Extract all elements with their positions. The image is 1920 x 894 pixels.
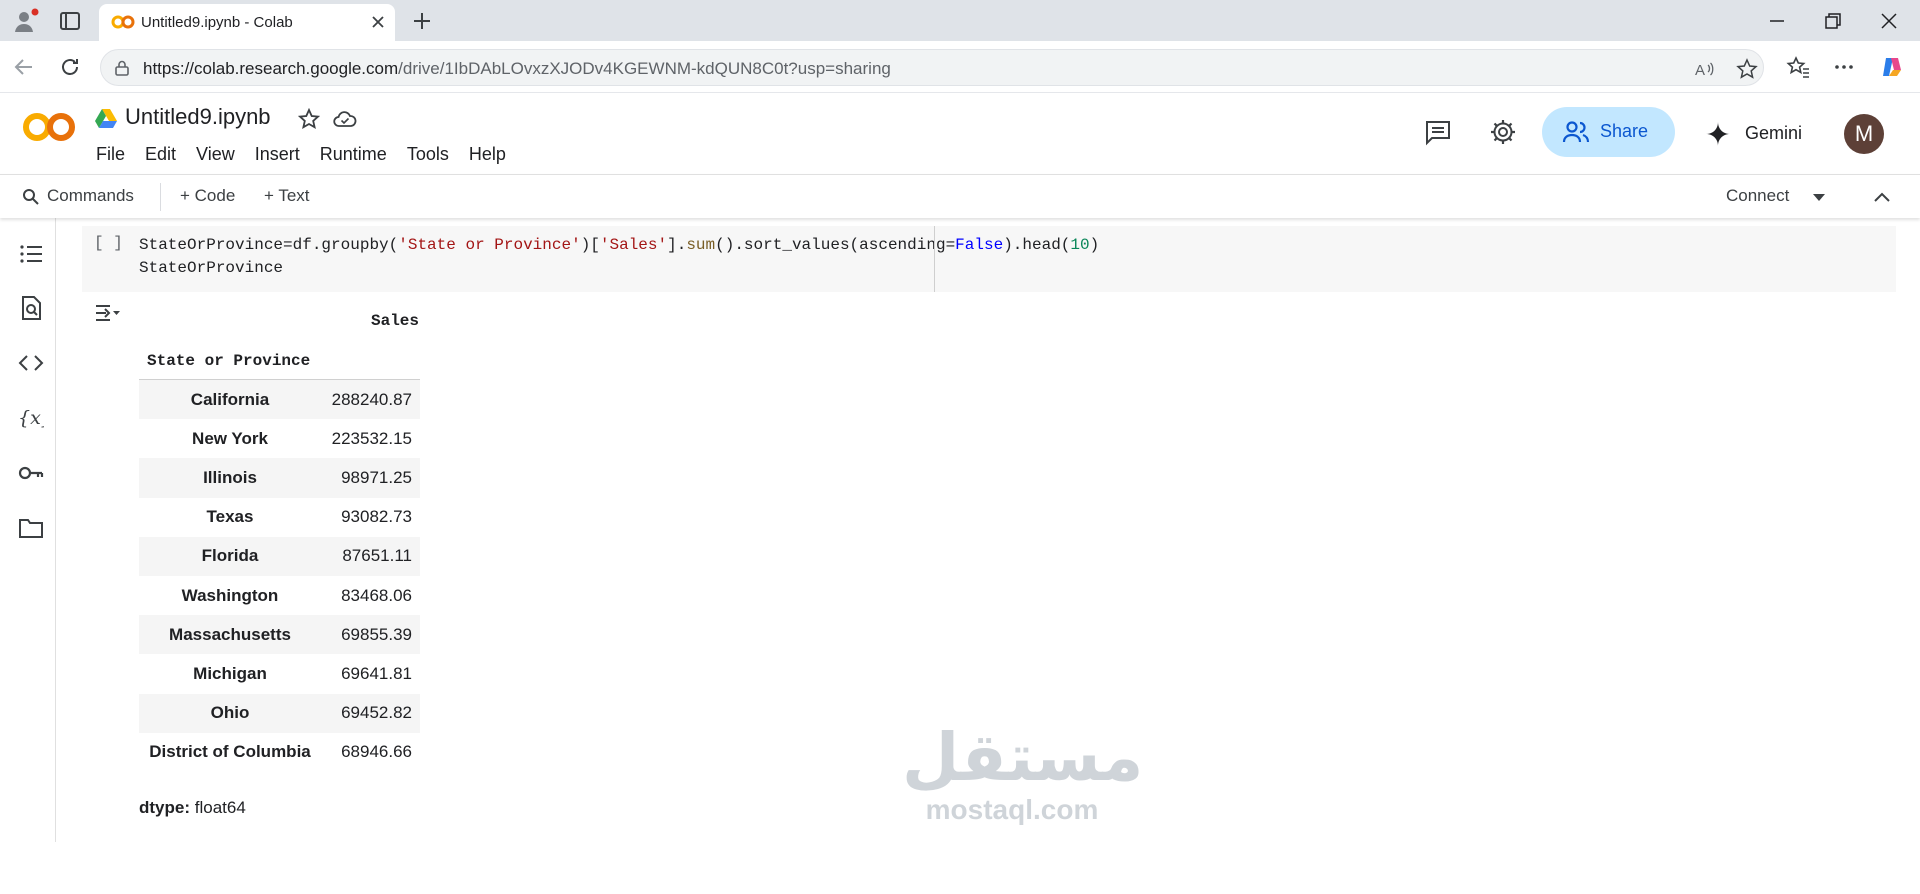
notebook-title[interactable]: Untitled9.ipynb (125, 104, 271, 130)
browser-tab-strip: Untitled9.ipynb - Colab (0, 0, 1920, 41)
browser-navigation-bar: https://colab.research.google.com/drive/… (0, 41, 1920, 93)
collapse-header-icon[interactable] (1872, 188, 1892, 206)
svg-text:{x}: {x} (18, 407, 44, 429)
star-icon[interactable] (298, 108, 320, 130)
active-tab[interactable]: Untitled9.ipynb - Colab (99, 4, 395, 41)
code-snippets-icon[interactable] (18, 350, 44, 376)
table-row: New York 223532.15 (192, 428, 412, 448)
read-aloud-icon[interactable]: A (1693, 58, 1715, 80)
close-tab-icon[interactable] (369, 13, 387, 31)
table-row: Ohio 69452.82 (139, 693, 420, 733)
menu-file[interactable]: File (96, 144, 125, 165)
tab-actions-icon[interactable] (58, 9, 82, 33)
restore-icon[interactable] (1823, 11, 1843, 31)
table-of-contents-icon[interactable] (18, 241, 44, 267)
watermark-arabic: مستقل (902, 720, 1144, 794)
watermark-latin: mostaql.com (925, 794, 1099, 825)
connect-button[interactable]: Connect (1726, 186, 1789, 206)
reload-icon[interactable] (58, 55, 82, 79)
minimize-icon[interactable] (1767, 11, 1787, 31)
favorites-icon[interactable] (1786, 55, 1810, 79)
table-row: District of Columbia 68946.66 (149, 742, 412, 762)
left-sidebar: {x} (0, 218, 56, 842)
menu-insert[interactable]: Insert (255, 144, 300, 165)
url-text[interactable]: https://colab.research.google.com/drive/… (143, 59, 891, 79)
colab-favicon-icon (111, 15, 135, 29)
line-length-ruler (934, 226, 935, 292)
notebook-toolbar: Commands + Code + Text Connect (0, 174, 1920, 218)
menu-help[interactable]: Help (469, 144, 506, 165)
table-row: Washington 83468.06 (181, 585, 412, 605)
favorite-star-icon[interactable] (1736, 58, 1758, 80)
search-icon (23, 189, 39, 205)
avatar[interactable]: M (1844, 114, 1884, 154)
menu-bar: File Edit View Insert Runtime Tools Help (96, 144, 526, 165)
column-header-sales: Sales (370, 312, 419, 330)
table-row: Massachusetts 69855.39 (139, 615, 420, 655)
run-cell-button[interactable]: [ ] (94, 234, 123, 252)
comments-icon[interactable] (1424, 118, 1452, 146)
svg-text:A: A (1695, 62, 1705, 79)
menu-tools[interactable]: Tools (407, 144, 449, 165)
site-info-icon[interactable] (113, 59, 131, 77)
address-bar[interactable]: https://colab.research.google.com/drive/… (100, 49, 1764, 86)
dtype-line: dtype: float64 (139, 798, 246, 817)
more-options-icon[interactable] (1832, 55, 1856, 79)
cloud-saved-icon[interactable] (333, 109, 357, 129)
colab-header: Untitled9.ipynb File Edit View Insert Ru… (0, 94, 1920, 174)
profile-icon[interactable] (12, 7, 40, 35)
secrets-key-icon[interactable] (18, 460, 44, 486)
toolbar-divider (160, 183, 161, 211)
share-label: Share (1600, 121, 1649, 141)
table-row: California 288240.87 (139, 380, 420, 420)
notebook-main: [ ] StateOrProvince=df.groupby('State or… (56, 218, 1920, 842)
variables-icon[interactable]: {x} (18, 405, 44, 431)
code-editor[interactable]: StateOrProvince=df.groupby('State or Pro… (139, 234, 1099, 280)
menu-view[interactable]: View (196, 144, 235, 165)
table-row: Michigan 69641.81 (193, 663, 412, 683)
find-replace-icon[interactable] (18, 295, 44, 321)
code-cell[interactable]: [ ] StateOrProvince=df.groupby('State or… (82, 226, 1896, 292)
menu-runtime[interactable]: Runtime (320, 144, 387, 165)
table-row: Illinois 98971.25 (139, 458, 420, 498)
menu-edit[interactable]: Edit (145, 144, 176, 165)
dataframe-output: California 288240.87 New York 223532.15 Il… (139, 379, 420, 772)
commands-button[interactable]: Commands (47, 186, 134, 206)
gemini-sparkle-icon[interactable] (1706, 122, 1730, 146)
add-text-button[interactable]: + Text (264, 186, 310, 206)
output-actions-icon[interactable] (94, 302, 122, 324)
watermark: مستقل mostaql.com (902, 720, 1144, 826)
files-folder-icon[interactable] (18, 515, 44, 541)
index-name-header: State or Province (147, 352, 311, 370)
table-row: Texas 93082.73 (206, 507, 412, 527)
people-icon (1562, 121, 1590, 143)
new-tab-icon[interactable] (410, 9, 434, 33)
table-row: Florida 87651.11 (139, 536, 420, 576)
google-drive-icon[interactable] (95, 108, 117, 128)
gemini-button[interactable]: Gemini (1745, 123, 1802, 144)
back-arrow-icon[interactable] (12, 55, 36, 79)
tab-title: Untitled9.ipynb - Colab (141, 14, 293, 31)
connect-dropdown-icon[interactable] (1812, 192, 1826, 202)
settings-gear-icon[interactable] (1489, 118, 1517, 146)
colab-logo-icon[interactable] (22, 112, 76, 142)
copilot-icon[interactable] (1880, 55, 1904, 79)
add-code-button[interactable]: + Code (180, 186, 235, 206)
share-button[interactable]: Share (1542, 107, 1675, 157)
close-window-icon[interactable] (1879, 11, 1899, 31)
